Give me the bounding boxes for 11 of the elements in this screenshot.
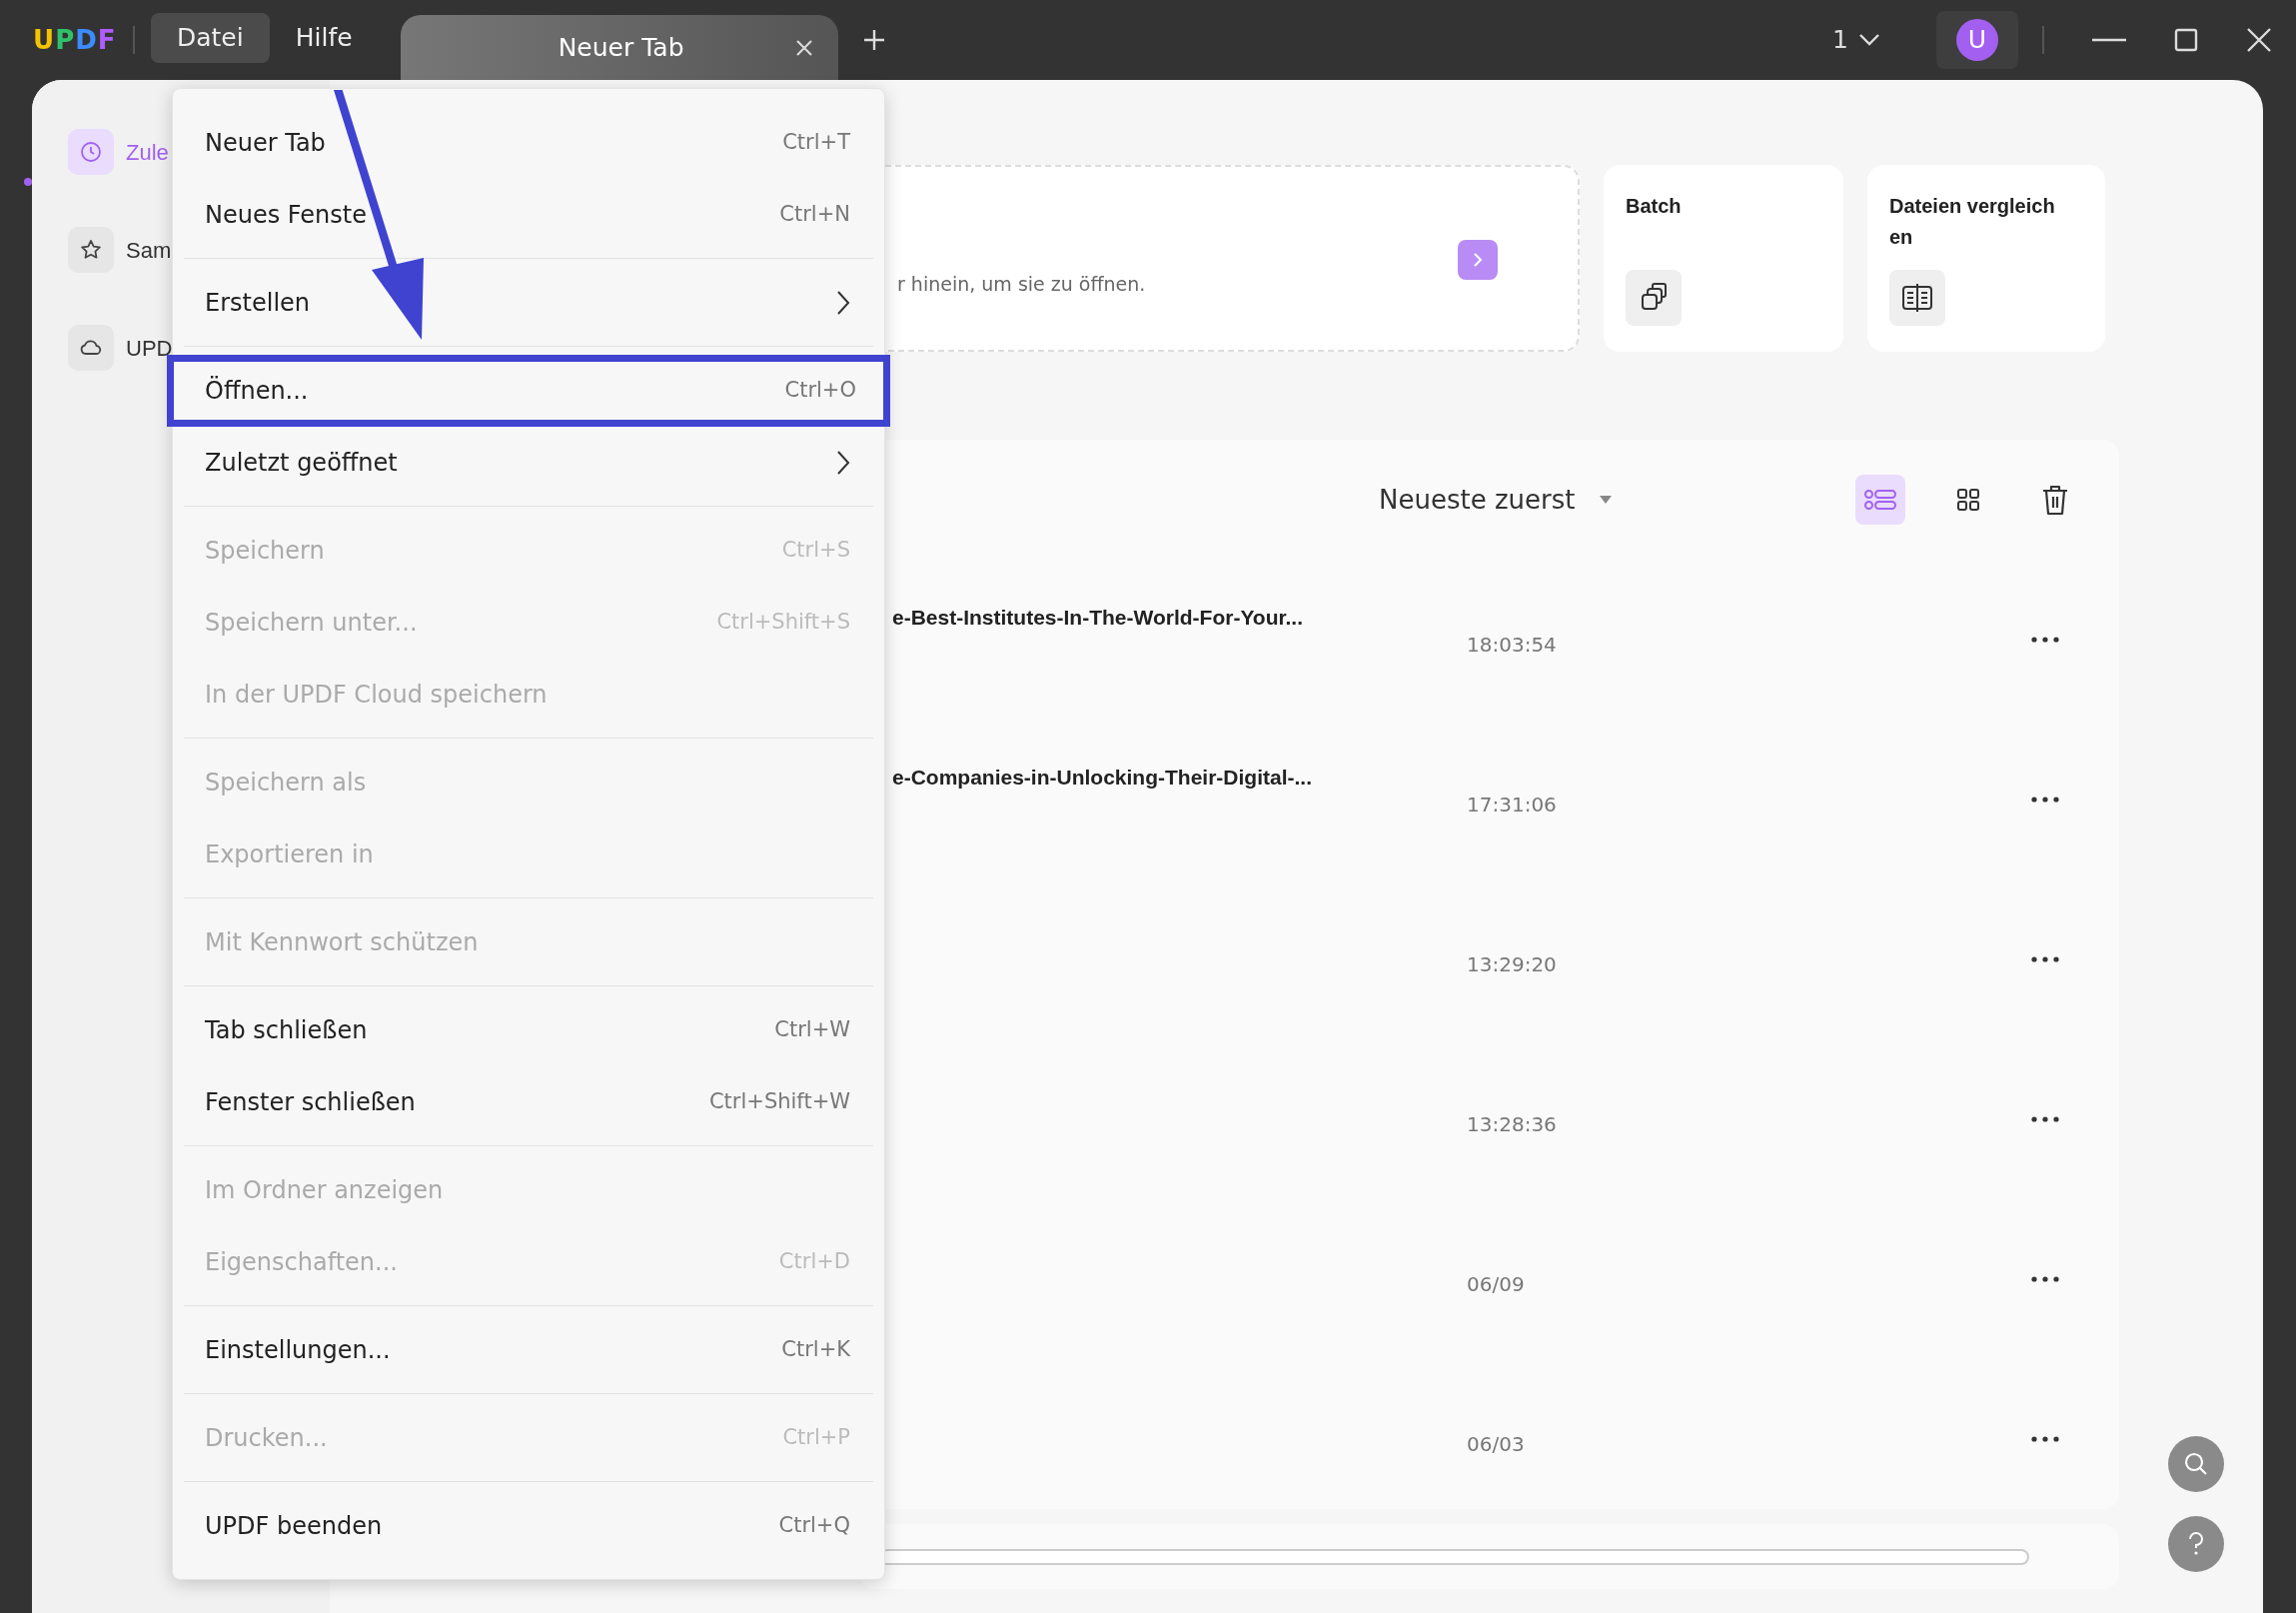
file-time: 06/09 — [1467, 1271, 1526, 1298]
file-time: 06/03 — [1467, 1431, 1526, 1458]
tab-label: Neuer Tab — [557, 31, 685, 64]
tool-title: Dateien vergleich en — [1889, 194, 2055, 250]
file-time: 17:31:06 — [1467, 792, 1558, 818]
file-time: 18:03:54 — [1467, 632, 1558, 659]
tool-title: Batch — [1626, 194, 1682, 219]
file-time: 13:28:36 — [1467, 1111, 1558, 1138]
logo: UPDF — [33, 23, 118, 57]
drop-hint: r hinein, um sie zu öffnen. — [896, 272, 1147, 297]
file-time: 13:29:20 — [1467, 951, 1558, 978]
